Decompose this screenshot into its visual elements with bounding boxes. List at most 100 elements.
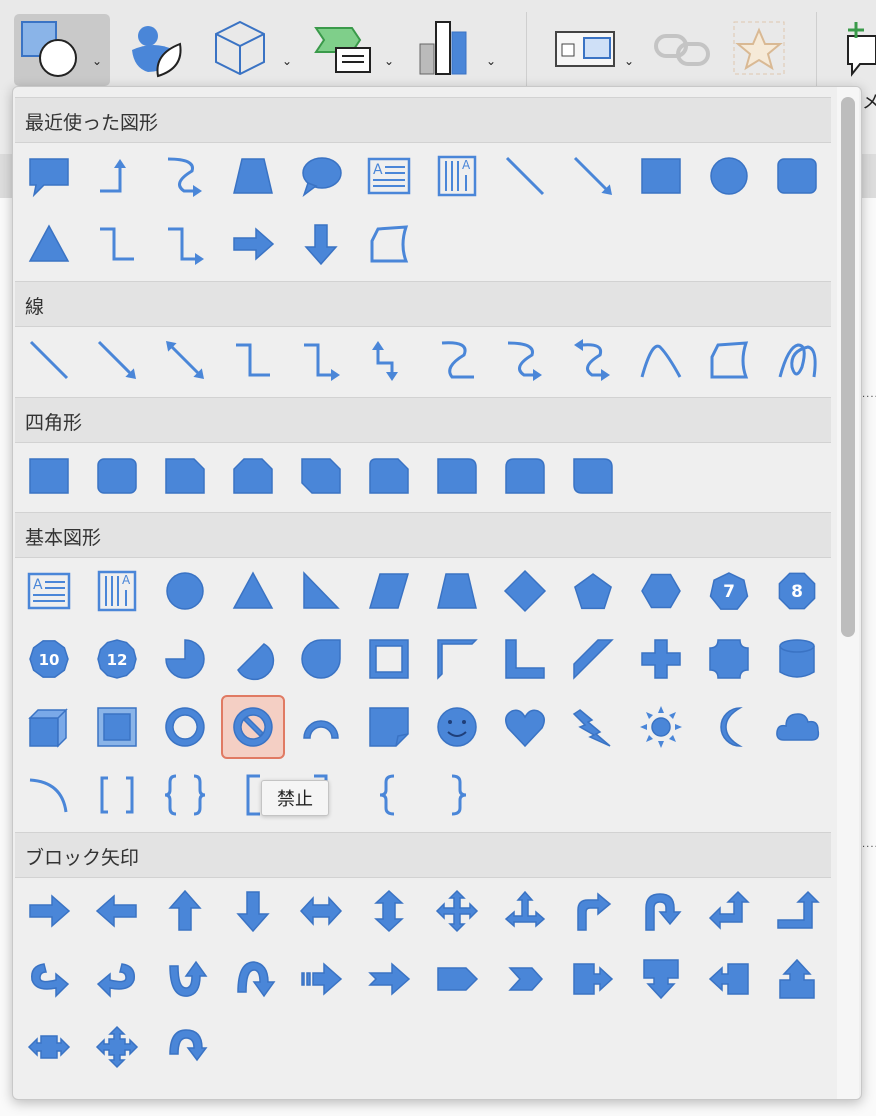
shape-right-brace[interactable]: [425, 763, 489, 827]
shape-double-brace[interactable]: [153, 763, 217, 827]
shape-up-arrow[interactable]: [153, 879, 217, 943]
shape-left-right-arrow[interactable]: [289, 879, 353, 943]
shape-l-shape[interactable]: [493, 627, 557, 691]
shape-curved-left-arrow[interactable]: [85, 947, 149, 1011]
shape-scribble[interactable]: [765, 328, 829, 392]
shape-quad-arrow-callout[interactable]: [85, 1015, 149, 1079]
shape-curved-up-arrow[interactable]: [153, 947, 217, 1011]
shape-cross[interactable]: [629, 627, 693, 691]
shape-striped-right-arrow[interactable]: [289, 947, 353, 1011]
shape-right-arrow[interactable]: [221, 212, 285, 276]
shape-snip-diagonal[interactable]: [289, 444, 353, 508]
chevron-down-icon[interactable]: ⌄: [486, 54, 496, 68]
shape-line[interactable]: [493, 144, 557, 208]
shape-decagon[interactable]: 10: [17, 627, 81, 691]
shape-folded-corner[interactable]: [357, 695, 421, 759]
shape-snip-same-side[interactable]: [221, 444, 285, 508]
shape-circular-arrow[interactable]: [153, 1015, 217, 1079]
shape-curved-arrow[interactable]: [153, 144, 217, 208]
shape-rectangle[interactable]: [629, 144, 693, 208]
shape-round-diagonal[interactable]: [561, 444, 625, 508]
chevron-down-icon[interactable]: ⌄: [92, 54, 102, 68]
shape-right-arrow-callout[interactable]: [561, 947, 625, 1011]
shape-callout-rect[interactable]: [17, 144, 81, 208]
shape-frame[interactable]: [357, 627, 421, 691]
shape-elbow-arrow-connector[interactable]: [289, 328, 353, 392]
shape-dodecagon[interactable]: 12: [85, 627, 149, 691]
shape-curved-arrow-connector[interactable]: [493, 328, 557, 392]
shape-oval[interactable]: [153, 559, 217, 623]
shape-block-arc[interactable]: [289, 695, 353, 759]
shape-can[interactable]: [765, 627, 829, 691]
smartart-button[interactable]: ⌄: [312, 14, 402, 86]
chevron-down-icon[interactable]: ⌄: [384, 54, 394, 68]
shape-oval[interactable]: [697, 144, 761, 208]
shape-curve[interactable]: [629, 328, 693, 392]
shape-curved-connector[interactable]: [425, 328, 489, 392]
screenshot-button[interactable]: ⌄: [552, 14, 644, 86]
shape-double-arrow-line[interactable]: [153, 328, 217, 392]
shape-quad-arrow[interactable]: [425, 879, 489, 943]
chevron-down-icon[interactable]: ⌄: [282, 54, 292, 68]
shape-trapezoid[interactable]: [425, 559, 489, 623]
3d-models-button[interactable]: ⌄: [210, 14, 302, 86]
shape-down-arrow[interactable]: [221, 879, 285, 943]
shape-bevel[interactable]: [85, 695, 149, 759]
shape-chevron[interactable]: [493, 947, 557, 1011]
shape-right-arrow[interactable]: [17, 879, 81, 943]
shape-right-triangle[interactable]: [289, 559, 353, 623]
shape-heptagon[interactable]: 7: [697, 559, 761, 623]
comment-button[interactable]: [840, 14, 876, 86]
shape-left-up-arrow[interactable]: [697, 879, 761, 943]
shape-plaque[interactable]: [697, 627, 761, 691]
shape-rectangle[interactable]: [17, 444, 81, 508]
shape-pentagon-arrow[interactable]: [425, 947, 489, 1011]
shape-left-brace[interactable]: [357, 763, 421, 827]
shape-left-arrow[interactable]: [85, 879, 149, 943]
shape-snip-single[interactable]: [153, 444, 217, 508]
shape-diagonal-stripe[interactable]: [561, 627, 625, 691]
shapes-button[interactable]: ⌄: [14, 14, 110, 86]
shape-up-down-arrow[interactable]: [357, 879, 421, 943]
shape-arrow-line[interactable]: [85, 328, 149, 392]
shape-triangle[interactable]: [221, 559, 285, 623]
shape-lightning[interactable]: [561, 695, 625, 759]
shape-text-box[interactable]: A: [357, 144, 421, 208]
shape-left-right-up-arrow[interactable]: [493, 879, 557, 943]
shape-moon[interactable]: [697, 695, 761, 759]
shape-chord[interactable]: [221, 627, 285, 691]
shape-elbow-connector[interactable]: [85, 212, 149, 276]
chart-button[interactable]: ⌄: [416, 14, 506, 86]
shape-line[interactable]: [17, 328, 81, 392]
link-button[interactable]: [650, 14, 716, 86]
scrollbar-thumb[interactable]: [841, 97, 855, 637]
shape-u-turn-arrow[interactable]: [629, 879, 693, 943]
shape-elbow-double-arrow[interactable]: [357, 328, 421, 392]
shape-round-same-side[interactable]: [493, 444, 557, 508]
shape-sun[interactable]: [629, 695, 693, 759]
shape-rounded-rectangle[interactable]: [85, 444, 149, 508]
shape-round-single[interactable]: [425, 444, 489, 508]
shape-bent-arrow[interactable]: [561, 879, 625, 943]
shape-text-box[interactable]: A: [17, 559, 81, 623]
shape-down-arrow-callout[interactable]: [629, 947, 693, 1011]
shape-pentagon[interactable]: [561, 559, 625, 623]
shape-rounded-rectangle[interactable]: [765, 144, 829, 208]
shape-curved-double-arrow[interactable]: [561, 328, 625, 392]
shape-cloud[interactable]: [765, 695, 829, 759]
shape-half-frame[interactable]: [425, 627, 489, 691]
shape-left-right-arrow-callout[interactable]: [17, 1015, 81, 1079]
shape-freeform[interactable]: [697, 328, 761, 392]
shape-teardrop[interactable]: [289, 627, 353, 691]
shape-double-bracket[interactable]: [85, 763, 149, 827]
shape-hexagon[interactable]: [629, 559, 693, 623]
shape-elbow-arrow-connector[interactable]: [153, 212, 217, 276]
shape-vertical-text-box[interactable]: A: [85, 559, 149, 623]
shape-smiley[interactable]: [425, 695, 489, 759]
shape-no-symbol[interactable]: [221, 695, 285, 759]
shape-heart[interactable]: [493, 695, 557, 759]
shape-notched-right-arrow[interactable]: [357, 947, 421, 1011]
shape-curved-right-arrow[interactable]: [17, 947, 81, 1011]
shape-curved-down-arrow[interactable]: [221, 947, 285, 1011]
shape-arc[interactable]: [17, 763, 81, 827]
